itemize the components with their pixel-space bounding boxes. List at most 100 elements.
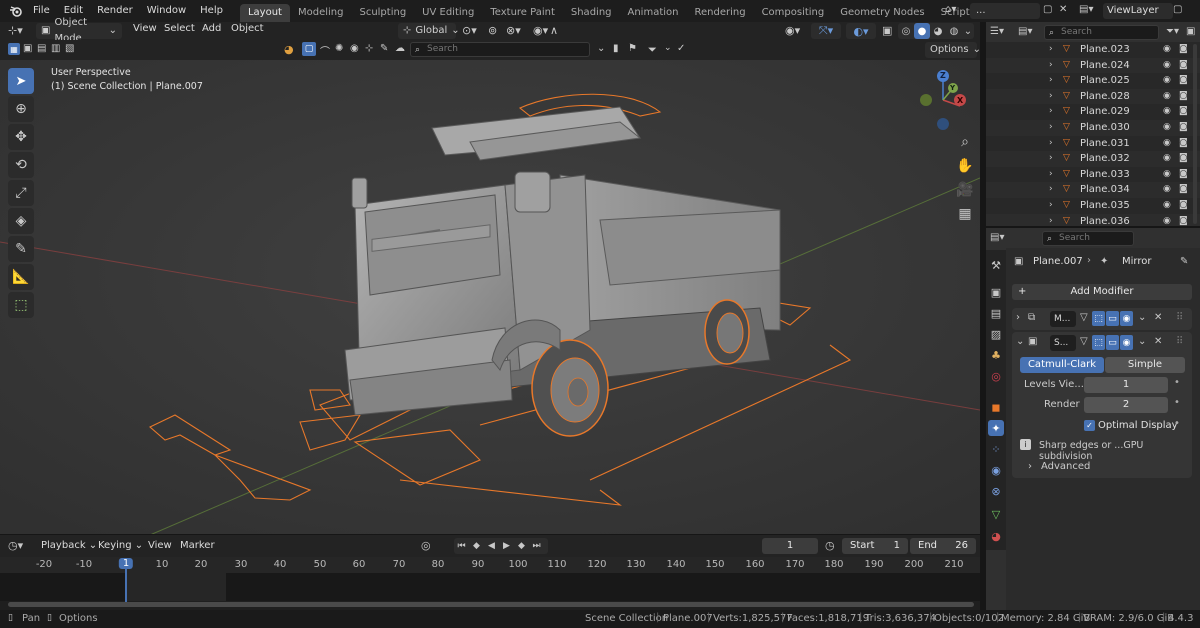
- timeline-scrollbar[interactable]: [8, 602, 974, 607]
- zoom-button[interactable]: ⌕: [953, 130, 977, 154]
- xray-icon[interactable]: ▣: [882, 24, 892, 37]
- other-filter-icon[interactable]: ✎: [380, 43, 388, 54]
- render-camera-icon[interactable]: ◙: [1179, 91, 1188, 101]
- modifier-name-field[interactable]: S...: [1050, 335, 1076, 351]
- select-intersect-icon[interactable]: ▧: [65, 43, 74, 54]
- keyframe-dot-icon[interactable]: •: [1174, 397, 1180, 408]
- view-layer-tab[interactable]: ▨: [988, 326, 1004, 342]
- mesh-filter-icon[interactable]: ▢: [302, 42, 316, 56]
- render-camera-icon[interactable]: ◙: [1179, 122, 1188, 132]
- properties-editor-icon[interactable]: ▤▾: [990, 232, 1004, 243]
- wireframe-shading-icon[interactable]: ◎: [898, 23, 914, 39]
- expand-arrow-icon[interactable]: ›: [1049, 106, 1053, 116]
- options-dropdown[interactable]: Options ⌄: [925, 42, 981, 58]
- tab-animation[interactable]: Animation: [620, 4, 687, 22]
- outliner-item[interactable]: › ▽ Plane.030 ◉ ◙: [986, 120, 1200, 136]
- select-extend-icon[interactable]: ▣: [23, 43, 32, 54]
- expand-arrow-icon[interactable]: ›: [1049, 60, 1053, 70]
- view-layer-field[interactable]: ViewLayer: [1103, 3, 1173, 19]
- tab-texture-paint[interactable]: Texture Paint: [482, 4, 563, 22]
- scene-tab[interactable]: ♣: [988, 347, 1004, 363]
- 3d-viewport[interactable]: ➤ ⊕ ✥ ⟲ ⤢ ◈ ✎ 📐 ⬚ User Perspective (1) S…: [0, 60, 980, 535]
- move-tool-button[interactable]: ✥: [8, 124, 34, 150]
- keyframe-dot-icon[interactable]: •: [1174, 377, 1180, 388]
- filter-icon[interactable]: ⏷▾: [1166, 26, 1179, 37]
- expand-arrow-icon[interactable]: ›: [1049, 169, 1053, 179]
- visibility-eye-icon[interactable]: ◉: [1163, 60, 1171, 70]
- expand-arrow-icon[interactable]: ›: [1049, 200, 1053, 210]
- measure-tool-button[interactable]: 📐: [8, 264, 34, 290]
- select-box-icon[interactable]: ▦: [8, 43, 20, 55]
- visibility-eye-icon[interactable]: ◉: [1163, 169, 1171, 179]
- select-tool-button[interactable]: ➤: [8, 68, 34, 94]
- expand-arrow-icon[interactable]: ›: [1049, 44, 1053, 54]
- current-frame-field[interactable]: 1: [762, 538, 818, 554]
- menu-file[interactable]: File: [26, 0, 57, 22]
- auto-keying-icon[interactable]: ◎: [421, 539, 431, 552]
- snap-target-icon[interactable]: ⊗▾: [506, 24, 521, 37]
- expand-arrow-icon[interactable]: ›: [1049, 153, 1053, 163]
- expand-arrow-icon[interactable]: ›: [1049, 122, 1053, 132]
- tab-sculpting[interactable]: Sculpting: [351, 4, 414, 22]
- modifier-tab[interactable]: ✦: [988, 420, 1004, 436]
- visibility-eye-icon[interactable]: ◉: [1163, 216, 1171, 226]
- tab-uv-editing[interactable]: UV Editing: [414, 4, 482, 22]
- outliner-editor-icon[interactable]: ☰▾: [990, 26, 1004, 37]
- panel-divider[interactable]: [980, 22, 986, 610]
- prev-keyframe-icon[interactable]: ◆: [469, 538, 484, 554]
- remove-modifier-icon[interactable]: ✕: [1154, 336, 1162, 347]
- add-modifier-button[interactable]: + Add Modifier: [1012, 284, 1192, 300]
- tool-tab[interactable]: ⚒: [988, 257, 1004, 273]
- gizmo-toggle[interactable]: ⤧▾: [811, 23, 841, 39]
- expand-arrow-icon[interactable]: ›: [1049, 91, 1053, 101]
- catmull-clark-button[interactable]: Catmull-Clark: [1020, 357, 1104, 373]
- scale-tool-button[interactable]: ⤢: [8, 180, 34, 206]
- render-camera-icon[interactable]: ◙: [1179, 200, 1188, 210]
- cursor-tool-button[interactable]: ⊕: [8, 96, 34, 122]
- outliner-item[interactable]: › ▽ Plane.023 ◉ ◙: [986, 42, 1200, 58]
- properties-search-input[interactable]: ⌕ Search: [1042, 231, 1134, 246]
- annotate-tool-button[interactable]: ✎: [8, 236, 34, 262]
- visibility-eye-icon[interactable]: ◉: [1163, 153, 1171, 163]
- outliner-item[interactable]: › ▽ Plane.029 ◉ ◙: [986, 104, 1200, 120]
- empty-filter-icon[interactable]: ⊹: [365, 43, 373, 54]
- timeline-editor-icon[interactable]: ◷▾: [8, 539, 23, 552]
- falloff-icon[interactable]: ∧: [550, 24, 558, 37]
- expand-arrow-icon[interactable]: ›: [1016, 312, 1020, 323]
- chevron-right-icon[interactable]: ›: [1028, 461, 1032, 472]
- expand-arrow-icon[interactable]: ›: [1049, 75, 1053, 85]
- menu-object[interactable]: Object: [224, 20, 271, 38]
- cage-toggle-icon[interactable]: ⬚: [1092, 335, 1105, 350]
- menu-help[interactable]: Help: [193, 0, 230, 22]
- editor-type-icon[interactable]: ⊹▾: [8, 24, 23, 37]
- perspective-toggle-button[interactable]: ▦: [953, 202, 977, 226]
- play-reverse-icon[interactable]: ◀: [484, 538, 499, 554]
- outliner-search-input[interactable]: ⌕ Search: [1044, 25, 1159, 40]
- shading-options-icon[interactable]: ⌄: [962, 23, 974, 39]
- curve-filter-icon[interactable]: ⌒: [320, 43, 330, 58]
- expand-arrow-icon[interactable]: ›: [1049, 216, 1053, 226]
- render-camera-icon[interactable]: ◙: [1179, 138, 1188, 148]
- flag-icon[interactable]: ⚑: [628, 43, 637, 54]
- panel-divider[interactable]: [0, 534, 980, 535]
- add-cube-tool-button[interactable]: ⬚: [8, 292, 34, 318]
- outliner-item[interactable]: › ▽ Plane.034 ◉ ◙: [986, 182, 1200, 198]
- world-tab[interactable]: ◎: [988, 368, 1004, 384]
- tab-modeling[interactable]: Modeling: [290, 4, 352, 22]
- tab-rendering[interactable]: Rendering: [686, 4, 753, 22]
- new-view-layer-icon[interactable]: ▢: [1173, 4, 1182, 15]
- render-camera-icon[interactable]: ◙: [1179, 216, 1188, 226]
- outliner-scrollbar[interactable]: [1193, 44, 1197, 224]
- start-frame-field[interactable]: Start 1: [842, 538, 908, 554]
- delete-scene-icon[interactable]: ✕: [1059, 4, 1067, 15]
- visibility-eye-icon[interactable]: ◉: [1163, 106, 1171, 116]
- simple-button[interactable]: Simple: [1105, 357, 1185, 373]
- menu-marker[interactable]: Marker: [173, 535, 222, 557]
- proportional-edit-icon[interactable]: ◉▾: [533, 24, 548, 37]
- select-invert-icon[interactable]: ▥: [51, 43, 60, 54]
- playhead-line[interactable]: [125, 567, 127, 603]
- next-keyframe-icon[interactable]: ◆: [514, 538, 529, 554]
- filter-icon[interactable]: ⏷: [648, 43, 657, 57]
- outliner-item[interactable]: › ▽ Plane.035 ◉ ◙: [986, 198, 1200, 214]
- play-icon[interactable]: ▶: [499, 538, 514, 554]
